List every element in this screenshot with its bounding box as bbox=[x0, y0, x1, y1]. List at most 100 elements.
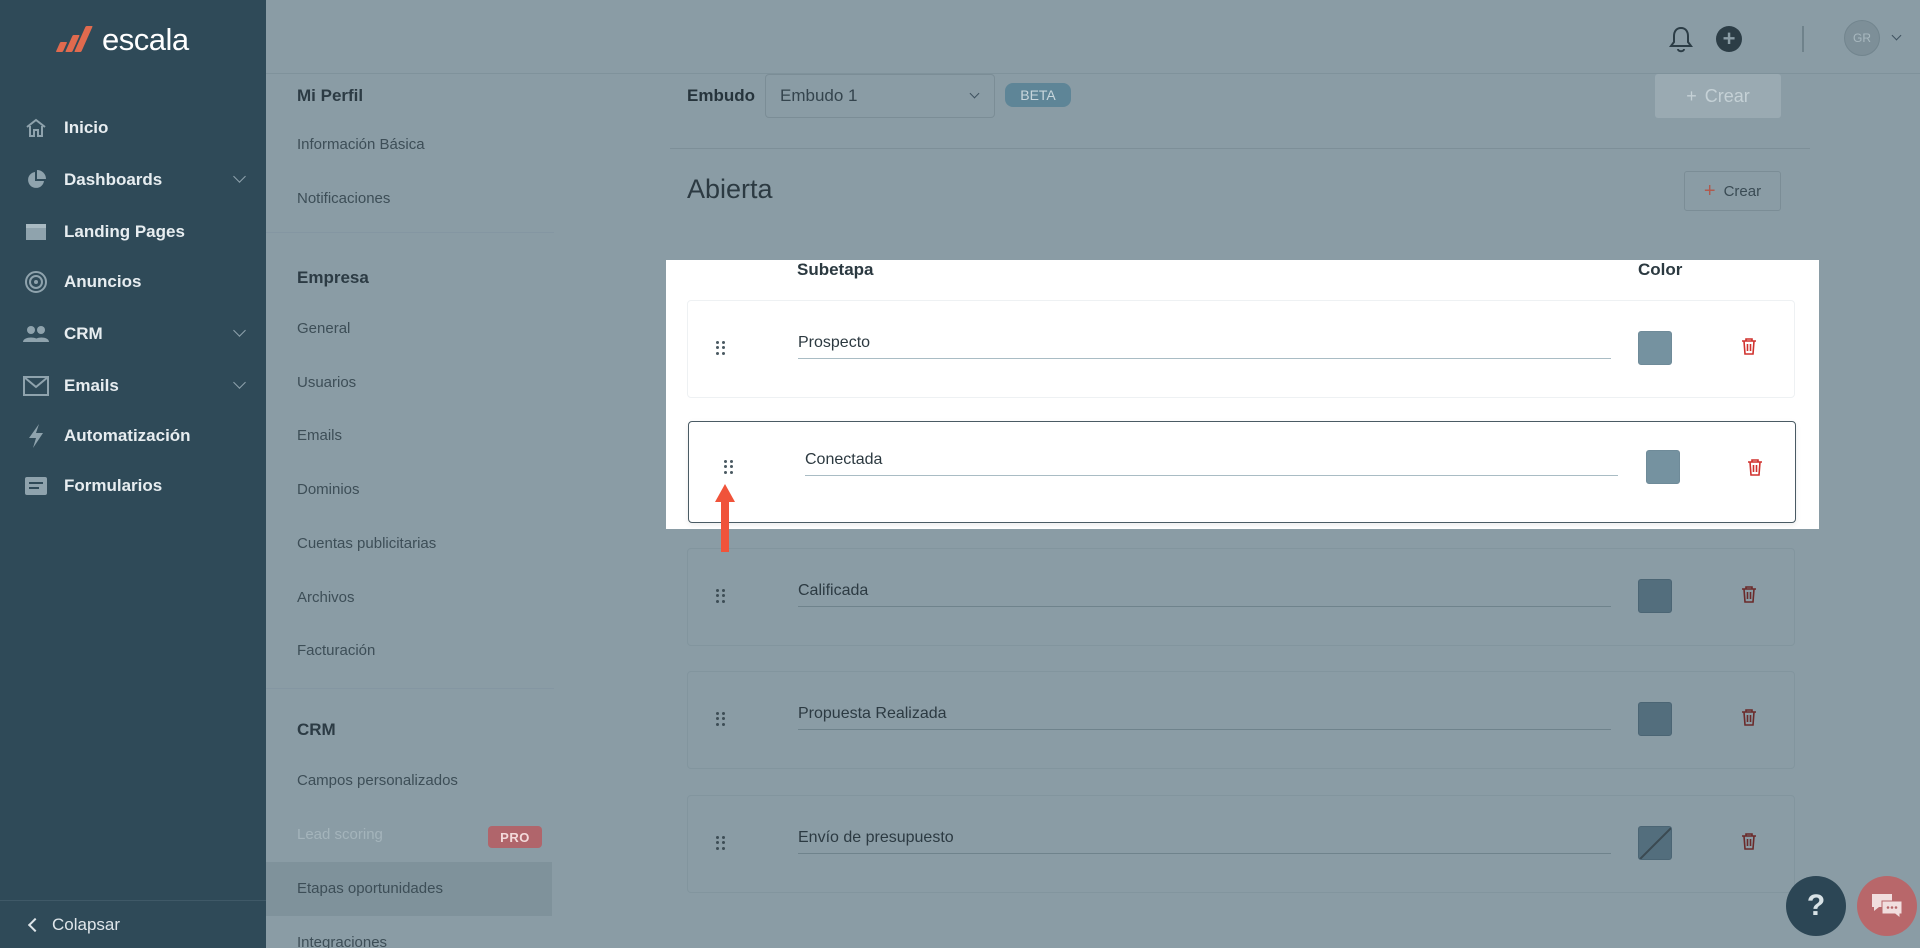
topbar-divider bbox=[1802, 26, 1804, 52]
stage-title: Abierta bbox=[687, 174, 773, 204]
bell-icon[interactable] bbox=[1668, 25, 1694, 58]
menu-item-campos-personalizados[interactable]: Campos personalizados bbox=[297, 772, 458, 789]
header-divider bbox=[670, 148, 1810, 149]
settings-menu: Mi Perfil Información Básica Notificacio… bbox=[266, 74, 554, 948]
pointer-arrow-icon bbox=[715, 484, 735, 552]
collapse-sidebar-button[interactable]: Colapsar bbox=[0, 900, 266, 948]
beta-badge: BETA bbox=[1005, 83, 1071, 107]
pro-badge: PRO bbox=[488, 826, 542, 848]
sidebar: escala Inicio Dashboards Landing Pages A… bbox=[0, 0, 266, 948]
form-icon bbox=[22, 474, 50, 498]
embudo-selected-value: Embudo 1 bbox=[780, 86, 858, 105]
menu-item-emails[interactable]: Emails bbox=[297, 427, 342, 444]
chevron-down-icon bbox=[233, 324, 246, 337]
crear-substage-label: Crear bbox=[1723, 182, 1762, 200]
menu-item-dominios[interactable]: Dominios bbox=[297, 481, 360, 498]
lightning-icon bbox=[22, 424, 50, 448]
topbar: + GR bbox=[266, 0, 1920, 74]
embudo-label: Embudo bbox=[687, 86, 755, 105]
sidebar-item-label: Landing Pages bbox=[64, 222, 185, 241]
menu-item-facturacion[interactable]: Facturación bbox=[297, 642, 375, 659]
sidebar-item-label: Formularios bbox=[64, 476, 163, 495]
sidebar-item-label: Anuncios bbox=[64, 272, 142, 291]
sidebar-item-dashboards[interactable]: Dashboards bbox=[0, 160, 266, 200]
menu-item-usuarios[interactable]: Usuarios bbox=[297, 374, 356, 391]
plus-icon: + bbox=[1703, 180, 1716, 202]
section-title-empresa: Empresa bbox=[297, 268, 369, 287]
substage-name-field[interactable]: Conectada bbox=[805, 448, 1618, 476]
trash-icon[interactable] bbox=[1741, 585, 1757, 608]
sidebar-item-label: CRM bbox=[64, 324, 103, 343]
color-swatch[interactable] bbox=[1638, 579, 1672, 613]
sidebar-item-anuncios[interactable]: Anuncios bbox=[0, 262, 266, 302]
crear-substage-button[interactable]: + Crear bbox=[1684, 171, 1781, 211]
menu-item-informacion-basica[interactable]: Información Básica bbox=[297, 136, 425, 153]
color-swatch[interactable] bbox=[1638, 702, 1672, 736]
substage-row[interactable]: Envío de presupuesto bbox=[687, 795, 1795, 893]
substage-row[interactable]: Prospecto bbox=[687, 300, 1795, 398]
crear-funnel-button[interactable]: + Crear bbox=[1655, 74, 1781, 118]
sidebar-item-label: Emails bbox=[64, 376, 119, 395]
target-icon bbox=[22, 270, 50, 294]
plus-icon: + bbox=[1686, 85, 1697, 106]
drag-handle-icon[interactable] bbox=[716, 341, 726, 355]
chat-button[interactable] bbox=[1857, 876, 1917, 936]
substage-name-field[interactable]: Prospecto bbox=[798, 331, 1611, 359]
drag-handle-icon[interactable] bbox=[716, 712, 726, 726]
chevron-down-icon bbox=[233, 376, 246, 389]
section-title-mi-perfil: Mi Perfil bbox=[297, 86, 364, 105]
drag-handle-icon[interactable] bbox=[724, 460, 734, 474]
menu-item-integraciones[interactable]: Integraciones bbox=[297, 934, 387, 948]
color-swatch[interactable] bbox=[1638, 331, 1672, 365]
substage-name-field[interactable]: Calificada bbox=[798, 579, 1611, 607]
drag-handle-icon[interactable] bbox=[716, 836, 726, 850]
chevron-down-icon bbox=[969, 88, 980, 99]
chevron-down-icon bbox=[233, 170, 246, 183]
substage-row[interactable]: Propuesta Realizada bbox=[687, 671, 1795, 769]
trash-icon[interactable] bbox=[1747, 458, 1763, 481]
section-title-crm: CRM bbox=[297, 720, 336, 739]
substage-name-field[interactable]: Envío de presupuesto bbox=[798, 826, 1611, 854]
envelope-icon bbox=[22, 374, 50, 398]
substage-name-field[interactable]: Propuesta Realizada bbox=[798, 702, 1611, 730]
chevron-down-icon[interactable] bbox=[1891, 30, 1902, 41]
help-button[interactable]: ? bbox=[1786, 876, 1846, 936]
menu-item-archivos[interactable]: Archivos bbox=[297, 589, 355, 606]
trash-icon[interactable] bbox=[1741, 832, 1757, 855]
chat-icon bbox=[1872, 894, 1903, 920]
menu-item-etapas-oportunidades[interactable]: Etapas oportunidades bbox=[297, 880, 443, 897]
browser-window-icon bbox=[22, 220, 50, 244]
drag-handle-icon[interactable] bbox=[716, 589, 726, 603]
trash-icon[interactable] bbox=[1741, 708, 1757, 731]
menu-divider bbox=[266, 688, 554, 689]
sidebar-item-label: Dashboards bbox=[64, 170, 163, 189]
chevron-left-icon bbox=[27, 917, 43, 932]
menu-divider bbox=[266, 232, 554, 233]
crear-funnel-label: Crear bbox=[1704, 85, 1750, 106]
sidebar-item-inicio[interactable]: Inicio bbox=[0, 108, 266, 148]
substage-row-dragging[interactable]: Conectada bbox=[688, 421, 1796, 523]
no-color-swatch[interactable] bbox=[1638, 826, 1672, 860]
trash-icon[interactable] bbox=[1741, 337, 1757, 360]
collapse-label: Colapsar bbox=[52, 914, 121, 934]
sidebar-item-emails[interactable]: Emails bbox=[0, 366, 266, 406]
sidebar-item-landing-pages[interactable]: Landing Pages bbox=[0, 212, 266, 252]
sidebar-item-automatizacion[interactable]: Automatización bbox=[0, 416, 266, 456]
embudo-select[interactable]: Embudo 1 bbox=[765, 74, 995, 118]
sidebar-item-label: Inicio bbox=[64, 118, 109, 137]
substage-row[interactable]: Calificada bbox=[687, 548, 1795, 646]
menu-item-general[interactable]: General bbox=[297, 320, 350, 337]
sidebar-item-crm[interactable]: CRM bbox=[0, 314, 266, 354]
sidebar-item-label: Automatización bbox=[64, 426, 191, 445]
home-icon bbox=[22, 116, 50, 140]
add-circle-icon[interactable]: + bbox=[1716, 26, 1742, 52]
menu-item-lead-scoring[interactable]: Lead scoring bbox=[297, 826, 383, 843]
menu-item-notificaciones[interactable]: Notificaciones bbox=[297, 190, 390, 207]
menu-item-cuentas-publicitarias[interactable]: Cuentas publicitarias bbox=[297, 535, 436, 552]
color-swatch[interactable] bbox=[1646, 450, 1680, 484]
escala-logo[interactable]: escala bbox=[52, 22, 189, 58]
column-header-color: Color bbox=[1638, 260, 1683, 279]
users-icon bbox=[22, 322, 50, 346]
avatar[interactable]: GR bbox=[1844, 20, 1880, 56]
sidebar-item-formularios[interactable]: Formularios bbox=[0, 466, 266, 506]
